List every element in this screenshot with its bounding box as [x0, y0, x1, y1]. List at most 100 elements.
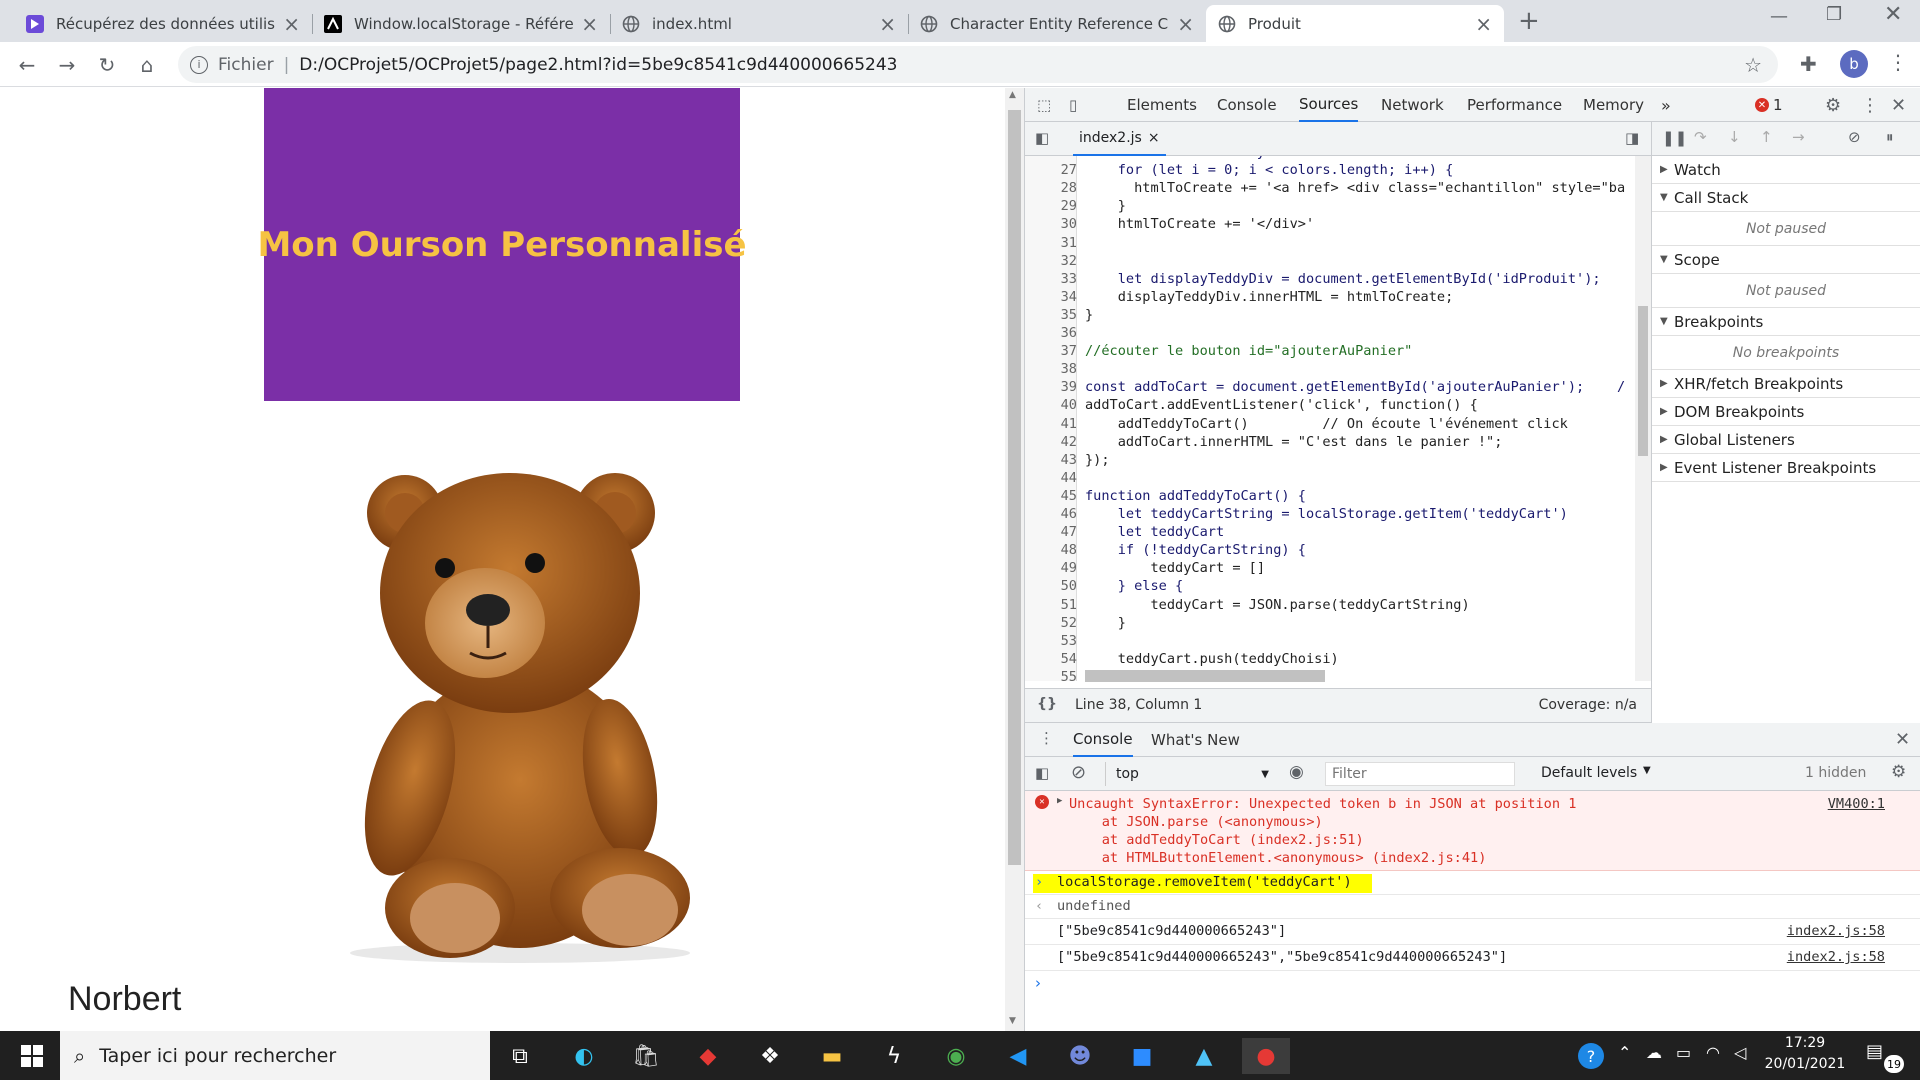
line-number[interactable]: 46	[1025, 506, 1077, 522]
console-filter-input[interactable]	[1325, 762, 1515, 786]
line-number[interactable]: 45	[1025, 488, 1077, 504]
clock-time[interactable]: 17:29	[1760, 1035, 1850, 1051]
tab-memory[interactable]: Memory	[1583, 88, 1644, 122]
deactivate-breakpoints-icon[interactable]: ⊘	[1848, 128, 1861, 146]
new-tab-button[interactable]: +	[1518, 6, 1540, 36]
line-number[interactable]: 37	[1025, 343, 1077, 359]
notification-icon[interactable]: ▤	[1866, 1041, 1883, 1062]
red-app-icon[interactable]: ◆	[684, 1038, 732, 1074]
page-scrollbar[interactable]: ▲ ▼	[1005, 88, 1024, 1031]
settings-icon[interactable]: ⚙	[1825, 88, 1841, 122]
chevron-up-icon[interactable]: ⌃	[1618, 1043, 1631, 1062]
line-number[interactable]: 36	[1025, 325, 1077, 341]
store-icon[interactable]: 🛍	[622, 1038, 670, 1074]
network-icon[interactable]: ☁	[1646, 1043, 1662, 1062]
xhr-breakpoints-pane[interactable]: ▶ XHR/fetch Breakpoints	[1652, 370, 1920, 398]
lightning-app-icon[interactable]: ϟ	[870, 1038, 918, 1074]
watch-pane[interactable]: ▶ Watch	[1652, 156, 1920, 184]
window-close-button[interactable]: ✕	[1884, 2, 1902, 27]
drawer-close-icon[interactable]: ✕	[1895, 729, 1910, 750]
log-source-link[interactable]: index2.js:58	[1787, 949, 1885, 965]
inspect-icon[interactable]: ⬚	[1037, 88, 1051, 122]
line-number[interactable]: 29	[1025, 198, 1077, 214]
drawer-tab-console[interactable]: Console	[1073, 723, 1133, 757]
reload-button[interactable]: ↻	[92, 50, 122, 80]
home-button[interactable]: ⌂	[132, 50, 162, 80]
line-number[interactable]: 27	[1025, 162, 1077, 178]
tab-2[interactable]: index.html ×	[610, 5, 908, 42]
address-bar[interactable]: i Fichier | D:/OCProjet5/OCProjet5/page2…	[178, 46, 1778, 83]
line-number[interactable]: 30	[1025, 216, 1077, 232]
line-number[interactable]: 28	[1025, 180, 1077, 196]
tab-0[interactable]: Récupérez des données utilisateu ×	[14, 5, 312, 42]
tab-console[interactable]: Console	[1217, 88, 1277, 122]
tab-elements[interactable]: Elements	[1127, 88, 1197, 122]
tab-network[interactable]: Network	[1381, 88, 1444, 122]
edge-icon[interactable]: ◐	[560, 1038, 608, 1074]
console-log-row[interactable]: ["5be9c8541c9d440000665243","5be9c8541c9…	[1025, 945, 1920, 971]
discord-icon[interactable]: ☻	[1056, 1038, 1104, 1074]
log-levels-dropdown[interactable]: Default levels	[1541, 765, 1637, 781]
line-number[interactable]: 33	[1025, 271, 1077, 287]
breakpoints-pane[interactable]: ▼ Breakpoints	[1652, 308, 1920, 336]
task-view-icon[interactable]: ⧉	[496, 1038, 544, 1074]
pretty-print-icon[interactable]: {}	[1037, 696, 1057, 712]
restore-button[interactable]: ❐	[1826, 4, 1842, 25]
close-icon[interactable]: ×	[1475, 12, 1492, 36]
taskbar-search[interactable]: ⌕ Taper ici pour rechercher	[60, 1031, 490, 1080]
line-number[interactable]: 53	[1025, 633, 1077, 649]
line-number[interactable]: 41	[1025, 416, 1077, 432]
console-settings-icon[interactable]: ⚙	[1891, 762, 1906, 782]
forward-button[interactable]: →	[52, 50, 82, 80]
editor-scrollbar[interactable]	[1635, 156, 1651, 681]
close-icon[interactable]: ×	[283, 12, 300, 36]
console-sidebar-icon[interactable]: ◧	[1035, 764, 1049, 782]
file-tab[interactable]: index2.js ×	[1073, 122, 1166, 156]
scope-pane[interactable]: ▼ Scope	[1652, 246, 1920, 274]
console-error-message[interactable]: ✕ ▶ Uncaught SyntaxError: Unexpected tok…	[1025, 791, 1920, 871]
extensions-icon[interactable]: ✚	[1800, 52, 1817, 76]
back-button[interactable]: ←	[12, 50, 42, 80]
line-number[interactable]: 44	[1025, 470, 1077, 486]
help-icon[interactable]: ?	[1578, 1043, 1604, 1069]
tab-4-active[interactable]: Produit ×	[1206, 5, 1504, 42]
dom-breakpoints-pane[interactable]: ▶ DOM Breakpoints	[1652, 398, 1920, 426]
pause-icon[interactable]: ❚❚	[1662, 129, 1687, 147]
line-number[interactable]: 43	[1025, 452, 1077, 468]
step-out-icon[interactable]: ↑	[1760, 128, 1773, 146]
line-number[interactable]: 34	[1025, 289, 1077, 305]
devtools-close-icon[interactable]: ✕	[1891, 88, 1906, 122]
code-editor[interactable]: 26 let colors = teddy.colors 27 for (let …	[1025, 156, 1635, 681]
debugger-toggle-icon[interactable]: ◨	[1625, 129, 1639, 147]
wifi-icon[interactable]: ◠	[1706, 1043, 1720, 1062]
photos-icon[interactable]: ▲	[1180, 1038, 1228, 1074]
console-log-row[interactable]: ["5be9c8541c9d440000665243"] index2.js:5…	[1025, 919, 1920, 945]
info-icon[interactable]: i	[190, 55, 208, 74]
line-number[interactable]: 50	[1025, 578, 1077, 594]
line-number[interactable]: 40	[1025, 397, 1077, 413]
more-tabs-icon[interactable]: »	[1661, 88, 1671, 122]
line-number[interactable]: 32	[1025, 253, 1077, 269]
step-icon[interactable]: →	[1792, 128, 1805, 146]
avatar[interactable]: b	[1840, 50, 1868, 78]
line-number[interactable]: 49	[1025, 560, 1077, 576]
clear-console-icon[interactable]: ⊘	[1071, 762, 1086, 783]
caret-right-icon[interactable]: ▶	[1057, 796, 1062, 806]
tab-1[interactable]: Window.localStorage - Référence ×	[312, 5, 610, 42]
log-source-link[interactable]: index2.js:58	[1787, 923, 1885, 939]
windows-start-icon[interactable]	[8, 1038, 56, 1074]
close-icon[interactable]: ×	[879, 12, 896, 36]
line-number[interactable]: 52	[1025, 615, 1077, 631]
chrome-icon[interactable]: ◉	[932, 1038, 980, 1074]
active-app-icon[interactable]: ●	[1242, 1038, 1290, 1074]
navigator-toggle-icon[interactable]: ◧	[1035, 129, 1049, 147]
line-number[interactable]: 31	[1025, 235, 1077, 251]
drawer-tab-whats-new[interactable]: What's New	[1151, 731, 1240, 749]
line-number[interactable]: 42	[1025, 434, 1077, 450]
volume-icon[interactable]: ◁	[1734, 1043, 1746, 1062]
minimize-button[interactable]: —	[1770, 6, 1788, 27]
device-toolbar-icon[interactable]: ▯	[1069, 88, 1077, 122]
eye-icon[interactable]: ◉	[1289, 762, 1304, 782]
line-number[interactable]: 55	[1025, 669, 1077, 681]
console-prompt[interactable]: ›	[1035, 974, 1041, 992]
